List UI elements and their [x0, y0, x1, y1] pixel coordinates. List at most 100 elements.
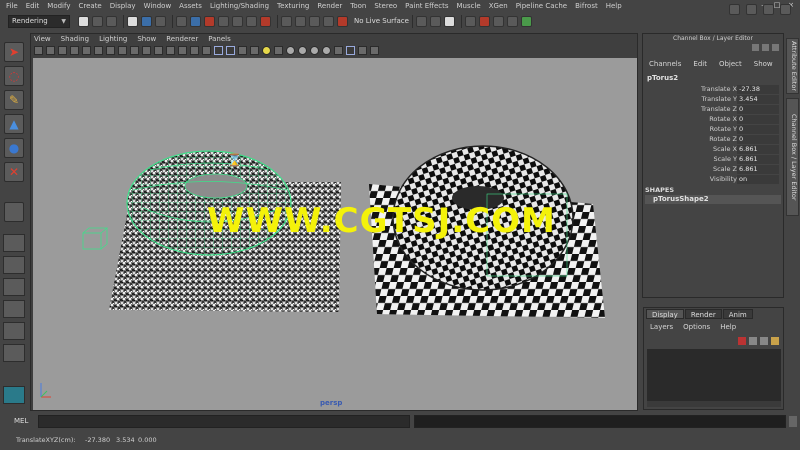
two-d-pan-zoom-icon[interactable]: [82, 45, 91, 55]
attr-value-field[interactable]: 0: [737, 115, 779, 124]
attribute-editor-toggle-icon[interactable]: [746, 4, 757, 15]
menu-toon[interactable]: Toon: [350, 2, 366, 10]
attr-value-field[interactable]: 6.861: [737, 165, 779, 174]
menu-bifrost[interactable]: Bifrost: [575, 2, 598, 10]
tool-settings-toggle-icon[interactable]: [763, 4, 774, 15]
hypershade-icon[interactable]: [520, 15, 532, 27]
panel-options-icon[interactable]: [370, 45, 379, 55]
textured-icon[interactable]: [226, 45, 235, 55]
menu-file[interactable]: File: [6, 2, 18, 10]
film-gate-icon[interactable]: [118, 45, 127, 55]
channel-box-menu-channels[interactable]: Channels: [649, 60, 681, 68]
select-camera-icon[interactable]: [34, 45, 43, 55]
hypershade-persp-layout-button[interactable]: [3, 322, 25, 340]
new-layer-icon[interactable]: [760, 337, 768, 345]
persp-graph-layout-button[interactable]: [3, 300, 25, 318]
attr-translate-z[interactable]: Translate Z 0: [647, 105, 781, 114]
tab-channel-box-layer-editor[interactable]: Channel Box / Layer Editor: [786, 98, 799, 216]
select-object-icon[interactable]: [141, 15, 152, 27]
make-live-icon[interactable]: [337, 15, 348, 27]
persp-uv-layout-button[interactable]: [3, 344, 25, 362]
grid-icon[interactable]: [106, 45, 115, 55]
layer-menu-layers[interactable]: Layers: [650, 323, 673, 331]
camera-attributes-icon[interactable]: [46, 45, 55, 55]
modeling-toolkit-icon[interactable]: [729, 4, 740, 15]
grease-pencil-icon[interactable]: [94, 45, 103, 55]
new-scene-icon[interactable]: [78, 15, 89, 27]
command-input[interactable]: [38, 415, 410, 428]
xray-joints-icon[interactable]: [286, 45, 295, 55]
new-layer-selected-icon[interactable]: [771, 337, 779, 345]
single-perspective-layout-button[interactable]: [3, 234, 25, 252]
attr-value-field[interactable]: 0: [737, 105, 779, 114]
image-plane-icon[interactable]: [70, 45, 79, 55]
attr-value-field[interactable]: -27.38: [737, 85, 779, 94]
menu-stereo[interactable]: Stereo: [374, 2, 397, 10]
attr-rotate-y[interactable]: Rotate Y 0: [647, 125, 781, 134]
construction-history-icon[interactable]: [443, 15, 455, 27]
persp-outliner-layout-button[interactable]: [3, 278, 25, 296]
selection-mask-icon[interactable]: [176, 15, 187, 27]
shadows-icon[interactable]: [250, 45, 259, 55]
attr-scale-y[interactable]: Scale Y 6.861: [647, 155, 781, 164]
attr-scale-x[interactable]: Scale X 6.861: [647, 145, 781, 154]
xray-components-icon[interactable]: [358, 45, 367, 55]
resolution-gate-icon[interactable]: [130, 45, 139, 55]
gate-mask-icon[interactable]: [142, 45, 151, 55]
layer-editor-toggle-icon[interactable]: [762, 44, 769, 51]
smooth-shade-icon[interactable]: [202, 45, 211, 55]
tab-render[interactable]: Render: [684, 309, 722, 319]
field-chart-icon[interactable]: [154, 45, 163, 55]
script-editor-icon[interactable]: [789, 416, 797, 427]
snap-grid-icon[interactable]: [281, 15, 292, 27]
pivot-manipulator[interactable]: ⌛: [227, 153, 242, 167]
safe-title-icon[interactable]: [178, 45, 187, 55]
render-view-icon[interactable]: [464, 15, 476, 27]
snap-point-icon[interactable]: [309, 15, 320, 27]
layer-list-scrollbar[interactable]: [647, 401, 781, 407]
menu-texturing[interactable]: Texturing: [277, 2, 309, 10]
attr-rotate-x[interactable]: Rotate X 0: [647, 115, 781, 124]
shape-node[interactable]: pTorusShape2: [645, 195, 781, 204]
menu-assets[interactable]: Assets: [179, 2, 202, 10]
joint-mask-icon[interactable]: [190, 15, 201, 27]
ambient-occlusion-icon[interactable]: [298, 45, 307, 55]
deform-mask-icon[interactable]: [232, 15, 243, 27]
safe-action-icon[interactable]: [166, 45, 175, 55]
panel-menu-show[interactable]: Show: [137, 35, 156, 43]
render-mask-icon[interactable]: [260, 15, 271, 27]
menu-pipeline-cache[interactable]: Pipeline Cache: [516, 2, 567, 10]
bookmark-icon[interactable]: [58, 45, 67, 55]
wire-cube[interactable]: [82, 227, 109, 250]
attr-value-field[interactable]: 6.861: [737, 145, 779, 154]
panel-menu-shading[interactable]: Shading: [61, 35, 89, 43]
menu-display[interactable]: Display: [110, 2, 136, 10]
use-lights-icon[interactable]: [238, 45, 247, 55]
menu-modify[interactable]: Modify: [47, 2, 70, 10]
node-name[interactable]: pTorus2: [647, 74, 678, 82]
move-tool[interactable]: ▲: [4, 114, 24, 134]
move-layer-down-icon[interactable]: [749, 337, 757, 345]
channel-box-toggle-icon[interactable]: [780, 4, 791, 15]
attr-rotate-z[interactable]: Rotate Z 0: [647, 135, 781, 144]
menu-muscle[interactable]: Muscle: [457, 2, 481, 10]
output-ops-icon[interactable]: [429, 15, 441, 27]
render-frame-icon[interactable]: [478, 15, 490, 27]
attr-translate-y[interactable]: Translate Y 3.454: [647, 95, 781, 104]
anti-aliasing-icon[interactable]: [322, 45, 331, 55]
tab-attribute-editor[interactable]: Attribute Editor: [786, 38, 799, 94]
select-component-icon[interactable]: [155, 15, 166, 27]
layer-menu-options[interactable]: Options: [683, 323, 710, 331]
panel-menu-lighting[interactable]: Lighting: [99, 35, 127, 43]
panel-menu-renderer[interactable]: Renderer: [166, 35, 198, 43]
attr-value-field[interactable]: 0: [737, 125, 779, 134]
panel-menu-panels[interactable]: Panels: [208, 35, 231, 43]
layer-menu-help[interactable]: Help: [720, 323, 736, 331]
default-light-icon[interactable]: [262, 45, 271, 55]
save-scene-icon[interactable]: [106, 15, 117, 27]
render-settings-icon[interactable]: [506, 15, 518, 27]
snap-curve-icon[interactable]: [295, 15, 306, 27]
attr-value-field[interactable]: on: [737, 175, 779, 184]
menu-window[interactable]: Window: [144, 2, 172, 10]
menu-xgen[interactable]: XGen: [489, 2, 508, 10]
